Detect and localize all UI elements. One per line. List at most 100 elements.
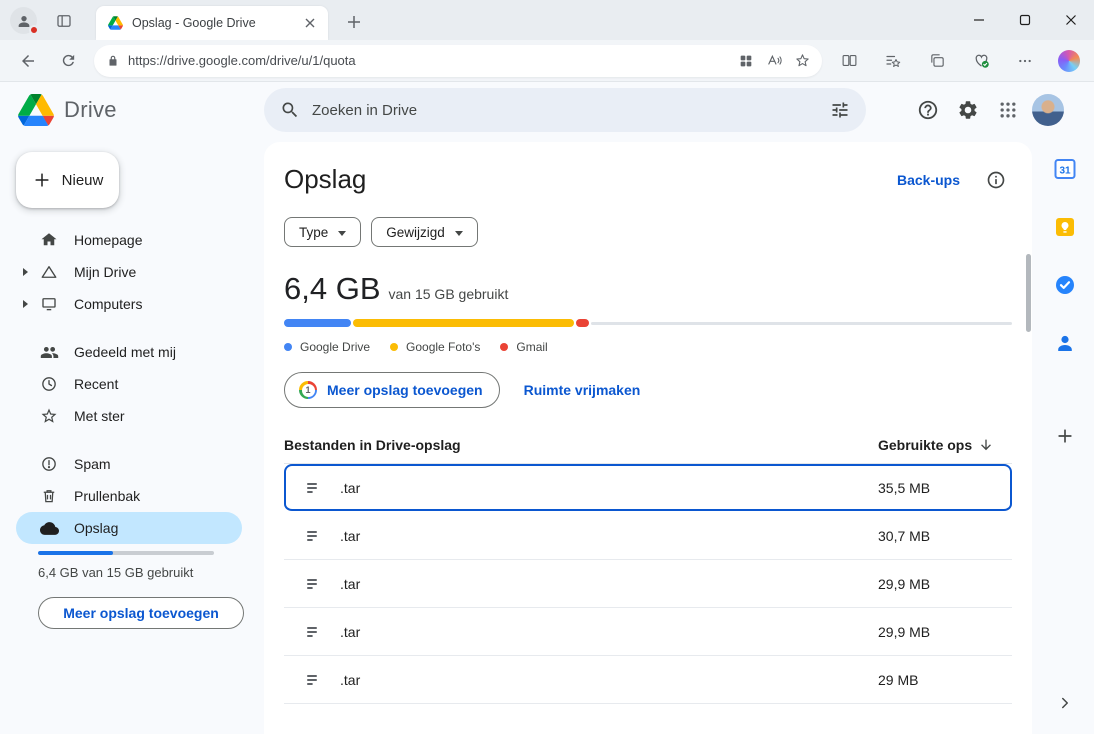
filter-chips: Type Gewijzigd: [284, 217, 1012, 247]
apps-button[interactable]: [732, 47, 760, 75]
sidebar-item-starred[interactable]: Met ster: [16, 400, 242, 432]
sidebar-item-storage[interactable]: Opslag: [16, 512, 242, 544]
sidebar-item-spam[interactable]: Spam: [16, 448, 242, 480]
legend-google-photos: Google Foto's: [390, 340, 480, 354]
filter-modified-chip[interactable]: Gewijzigd: [371, 217, 478, 247]
archive-file-icon: [284, 574, 340, 594]
close-window-button[interactable]: [1048, 0, 1094, 40]
favorites-button[interactable]: [876, 45, 910, 77]
sidebar-item-computers[interactable]: Computers: [16, 288, 242, 320]
search-input[interactable]: [312, 102, 818, 119]
drive-brand[interactable]: Drive: [0, 94, 264, 126]
split-screen-icon: [841, 52, 858, 69]
cloud-icon: [39, 519, 59, 538]
drive-sidebar: Nieuw Homepage Mijn Drive Computers: [0, 138, 256, 734]
backups-link[interactable]: Back-ups: [897, 172, 960, 188]
drive-search-bar[interactable]: [264, 88, 866, 132]
settings-more-button[interactable]: [1008, 45, 1042, 77]
collapse-panel-button[interactable]: [1052, 690, 1078, 716]
file-name: .tar: [340, 672, 360, 688]
storage-page: Opslag Back-ups Type Gewijzigd 6,4 GB: [264, 142, 1032, 734]
copilot-icon: [1058, 50, 1080, 72]
sidebar-item-my-drive[interactable]: Mijn Drive: [16, 256, 242, 288]
maximize-button[interactable]: [1002, 0, 1048, 40]
browser-toolbar: https://drive.google.com/drive/u/1/quota: [0, 40, 1094, 82]
browser-profile-button[interactable]: [10, 7, 37, 34]
sidebar-buy-storage-button[interactable]: Meer opslag toevoegen: [38, 597, 244, 629]
storage-legend: Google Drive Google Foto's Gmail: [284, 340, 1012, 354]
tasks-panel-button[interactable]: [1052, 272, 1078, 298]
photos-usage-segment: [353, 319, 574, 327]
browser-window: Opslag - Google Drive https://drive.goog…: [0, 0, 1094, 734]
legend-dot: [500, 343, 508, 351]
scrollbar-thumb[interactable]: [1026, 254, 1031, 332]
tab-actions-menu-button[interactable]: [52, 9, 76, 33]
new-tab-button[interactable]: [342, 10, 366, 34]
legend-dot: [284, 343, 292, 351]
address-bar[interactable]: https://drive.google.com/drive/u/1/quota: [94, 45, 822, 77]
keep-icon: [1053, 215, 1077, 239]
apps-icon: [738, 53, 754, 69]
refresh-button[interactable]: [52, 45, 84, 77]
keep-panel-button[interactable]: [1052, 214, 1078, 240]
contacts-icon: [1053, 331, 1077, 355]
window-controls: [956, 0, 1094, 40]
search-options-button[interactable]: [830, 100, 850, 120]
sidebar-item-shared-with-me[interactable]: Gedeeld met mij: [16, 336, 242, 368]
size-column-header[interactable]: Gebruikte ops: [862, 437, 1012, 453]
sidebar-item-recent[interactable]: Recent: [16, 368, 242, 400]
minimize-button[interactable]: [956, 0, 1002, 40]
collections-button[interactable]: [920, 45, 954, 77]
plus-icon: [347, 15, 361, 29]
filter-type-chip[interactable]: Type: [284, 217, 361, 247]
archive-file-icon: [284, 478, 340, 498]
back-arrow-icon: [19, 52, 37, 70]
split-screen-button[interactable]: [832, 45, 866, 77]
drive-usage-segment: [284, 319, 351, 327]
browser-essentials-button[interactable]: [964, 45, 998, 77]
more-horizontal-icon: [1017, 53, 1033, 69]
sidebar-item-homepage[interactable]: Homepage: [16, 224, 242, 256]
toolbar-right-icons: [832, 45, 1086, 77]
read-aloud-icon: [766, 52, 783, 69]
lock-icon: [106, 54, 120, 68]
table-header: Bestanden in Drive-opslag Gebruikte ops: [284, 426, 1012, 464]
back-button[interactable]: [12, 45, 44, 77]
free-up-space-button[interactable]: Ruimte vrijmaken: [508, 372, 657, 408]
storage-info-button[interactable]: [986, 170, 1006, 190]
copilot-button[interactable]: [1052, 45, 1086, 77]
new-button[interactable]: Nieuw: [16, 152, 119, 208]
sidebar-item-trash[interactable]: Prullenbak: [16, 480, 242, 512]
google-apps-button[interactable]: [988, 90, 1028, 130]
chevron-down-icon: [338, 231, 346, 236]
favorites-icon: [884, 52, 902, 70]
table-row[interactable]: .tar 29,9 MB: [284, 560, 1012, 608]
drive-app: Drive: [0, 82, 1094, 734]
files-column-header: Bestanden in Drive-opslag: [284, 437, 461, 453]
gear-icon: [957, 99, 979, 121]
expand-chevron-icon[interactable]: [23, 300, 28, 308]
table-row[interactable]: .tar 30,7 MB: [284, 512, 1012, 560]
buy-storage-button[interactable]: 1 Meer opslag toevoegen: [284, 372, 500, 408]
table-row[interactable]: .tar 35,5 MB: [284, 464, 1012, 512]
expand-chevron-icon[interactable]: [23, 268, 28, 276]
star-icon: [39, 407, 59, 425]
table-row[interactable]: .tar 29,9 MB: [284, 608, 1012, 656]
table-row[interactable]: .tar 29 MB: [284, 656, 1012, 704]
url-text[interactable]: https://drive.google.com/drive/u/1/quota: [128, 53, 732, 68]
read-aloud-button[interactable]: [760, 47, 788, 75]
contacts-panel-button[interactable]: [1052, 330, 1078, 356]
help-button[interactable]: [908, 90, 948, 130]
refresh-icon: [60, 52, 77, 69]
people-icon: [39, 343, 59, 362]
tasks-icon: [1053, 273, 1077, 297]
archive-file-icon: [284, 622, 340, 642]
tab-close-button[interactable]: [300, 13, 320, 33]
calendar-panel-button[interactable]: 31: [1052, 156, 1078, 182]
settings-button[interactable]: [948, 90, 988, 130]
add-favorite-button[interactable]: [788, 47, 816, 75]
browser-tab[interactable]: Opslag - Google Drive: [96, 6, 328, 40]
info-icon: [986, 170, 1006, 190]
page-header: Opslag Back-ups: [284, 142, 1012, 195]
add-panel-app-button[interactable]: [1052, 423, 1078, 449]
